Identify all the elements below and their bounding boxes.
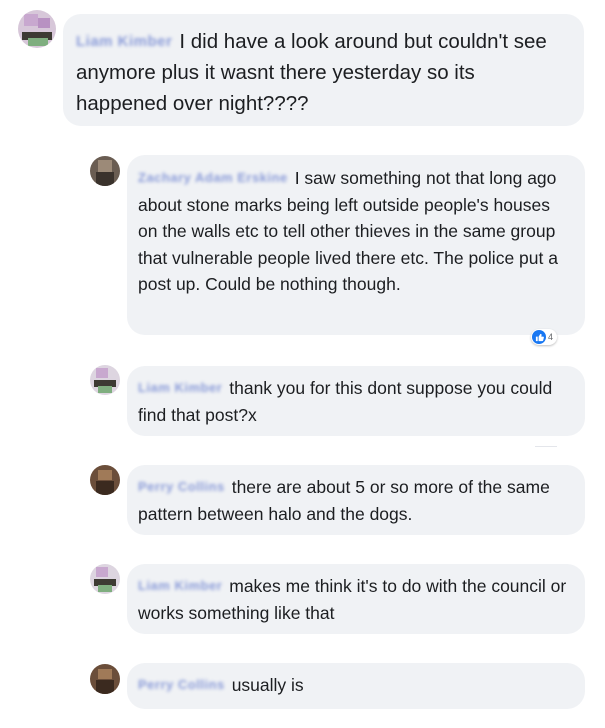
commenter-name[interactable]: Liam Kimber: [76, 33, 172, 50]
commenter-name[interactable]: Zachary Adam Erskine: [138, 170, 288, 185]
avatar[interactable]: [90, 465, 120, 495]
commenter-name[interactable]: Perry Collins: [138, 677, 225, 692]
commenter-name[interactable]: Perry Collins: [138, 479, 225, 494]
comment-text: usually is: [231, 675, 304, 695]
avatar[interactable]: [90, 365, 120, 395]
comment-bubble: Liam Kimber I did have a look around but …: [63, 14, 584, 126]
reaction-summary[interactable]: 4: [531, 329, 558, 345]
avatar[interactable]: [90, 664, 120, 694]
comment-bubble: Zachary Adam Erskine I saw something not …: [127, 155, 585, 335]
like-icon: [532, 330, 546, 344]
avatar[interactable]: [90, 156, 120, 186]
comment-bubble: Liam Kimber makes me think it's to do wit…: [127, 564, 585, 634]
avatar[interactable]: [18, 10, 56, 48]
avatar[interactable]: [90, 564, 120, 594]
commenter-name[interactable]: Liam Kimber: [138, 380, 222, 395]
comment-bubble: Perry Collins usually is: [127, 663, 585, 709]
comment-bubble: Liam Kimber thank you for this dont suppo…: [127, 366, 585, 436]
commenter-name[interactable]: Liam Kimber: [138, 578, 222, 593]
reaction-count: 4: [548, 332, 554, 342]
comment-bubble: Perry Collins there are about 5 or so mor…: [127, 465, 585, 535]
divider: [535, 446, 557, 447]
comment-text: I saw something not that long ago about …: [138, 168, 558, 294]
